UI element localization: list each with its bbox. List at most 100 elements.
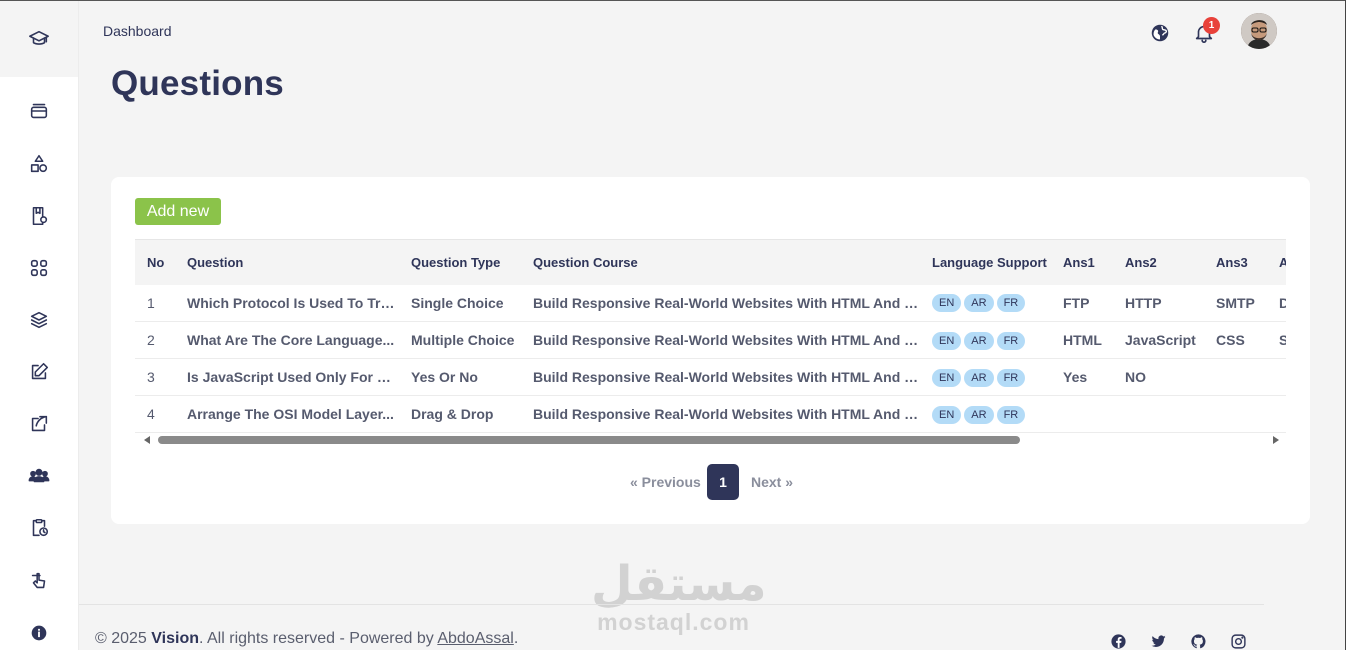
cell-language-support: EN AR FR <box>920 285 1051 322</box>
layers-icon <box>30 311 48 329</box>
facebook-link[interactable] <box>1108 631 1128 650</box>
pointer-icon <box>31 572 46 589</box>
sidebar-item-info[interactable] <box>24 618 54 648</box>
globe-icon <box>1151 24 1169 42</box>
cell-no: 2 <box>147 332 155 348</box>
footer-copyright-mid: . All rights reserved - Powered by <box>199 630 438 647</box>
scroll-left-arrow-icon[interactable] <box>144 436 150 444</box>
cell-language-support: EN AR FR <box>920 359 1051 396</box>
instagram-link[interactable] <box>1228 631 1248 650</box>
sidebar-item-books[interactable] <box>24 201 54 231</box>
cell-question-course: Build Responsive Real-World Websites Wit… <box>533 369 920 385</box>
table-row[interactable]: 3 Is JavaScript Used Only For Fr... Yes … <box>135 359 1286 396</box>
table-row[interactable]: 2 What Are The Core Language... Multiple… <box>135 322 1286 359</box>
footer-divider <box>79 604 1264 605</box>
footer-copyright: © 2025 Vision. All rights reserved - Pow… <box>95 630 518 648</box>
cell-ans3 <box>1204 359 1267 396</box>
col-header-ans2: Ans2 <box>1125 254 1157 270</box>
table-row[interactable]: 1 Which Protocol Is Used To Tra... Singl… <box>135 285 1286 322</box>
sidebar-item-users[interactable] <box>24 461 54 491</box>
cell-ans1: FTP <box>1063 294 1090 311</box>
cell-ans2: NO <box>1125 369 1146 385</box>
table-row[interactable]: 4 Arrange The OSI Model Layer... Drag & … <box>135 396 1286 433</box>
footer-author-link[interactable]: AbdoAssal <box>437 630 514 647</box>
page-title: Questions <box>111 64 284 103</box>
questions-table: No Question Question Type Question Cours… <box>135 239 1286 433</box>
pagination: « Previous 1 Next » <box>111 464 1310 500</box>
cell-question-course: Build Responsive Real-World Websites Wit… <box>533 406 920 422</box>
cell-ans2: JavaScript <box>1125 332 1196 348</box>
users-icon <box>28 468 50 483</box>
lang-badge-en: EN <box>932 368 962 387</box>
sidebar-item-shapes[interactable] <box>24 149 54 179</box>
cell-question-course: Build Responsive Real-World Websites Wit… <box>533 332 920 348</box>
cell-question-type: Yes Or No <box>411 369 478 385</box>
watermark-latin: mostaql.com <box>597 609 750 635</box>
shapes-icon <box>30 154 48 173</box>
twitter-link[interactable] <box>1148 631 1168 650</box>
col-header-question: Question <box>187 254 244 270</box>
lang-badge-ar: AR <box>964 368 994 387</box>
avatar[interactable] <box>1241 13 1277 49</box>
lang-badge-ar: AR <box>964 405 994 424</box>
footer-brand: Vision <box>151 630 199 647</box>
cell-ans4: S <box>1267 322 1286 359</box>
cell-ans3: CSS <box>1216 332 1245 348</box>
cell-ans3: SMTP <box>1216 294 1255 311</box>
cell-no: 4 <box>147 406 155 422</box>
cell-ans1: Yes <box>1063 369 1088 385</box>
grid-icon <box>30 259 48 277</box>
sidebar-item-layers[interactable] <box>24 305 54 335</box>
sidebar-item-edit[interactable] <box>24 357 54 387</box>
col-header-ans1: Ans1 <box>1063 254 1095 270</box>
lang-badge-fr: FR <box>996 405 1026 424</box>
pagination-page-current[interactable]: 1 <box>707 464 739 500</box>
horizontal-scrollbar[interactable] <box>135 434 1286 447</box>
cell-question-type: Multiple Choice <box>411 332 515 348</box>
sidebar-item-grid[interactable] <box>24 253 54 283</box>
github-link[interactable] <box>1188 631 1208 650</box>
table-header-row: No Question Question Type Question Cours… <box>135 239 1286 285</box>
scroll-right-arrow-icon[interactable] <box>1273 436 1279 444</box>
lang-badge-en: EN <box>932 405 962 424</box>
col-header-question-course: Question Course <box>533 254 638 270</box>
col-header-no: No <box>147 254 165 270</box>
cell-no: 1 <box>147 294 155 311</box>
watermark-arabic: مستقل <box>591 556 767 612</box>
lang-badge-en: EN <box>932 331 962 350</box>
lang-badge-en: EN <box>932 294 962 313</box>
cell-ans1 <box>1051 396 1113 433</box>
add-new-button[interactable]: Add new <box>135 198 221 225</box>
facebook-icon <box>1110 633 1126 649</box>
breadcrumb[interactable]: Dashboard <box>103 23 172 39</box>
sidebar-logo[interactable] <box>0 1 78 77</box>
cell-question: Is JavaScript Used Only For Fr... <box>187 369 399 385</box>
scrollbar-thumb[interactable] <box>158 436 1020 444</box>
cell-ans4 <box>1267 396 1286 433</box>
sidebar-item-inbox[interactable] <box>24 96 54 126</box>
twitter-icon <box>1150 634 1166 647</box>
cell-question-course: Build Responsive Real-World Websites Wit… <box>533 294 920 311</box>
col-header-ans3: Ans3 <box>1216 254 1248 270</box>
instagram-icon <box>1230 633 1246 649</box>
questions-card: Add new No Question Question Type Questi… <box>111 177 1310 524</box>
cell-ans2 <box>1113 396 1204 433</box>
book-clock-icon <box>32 206 48 226</box>
footer-copyright-end: . <box>513 630 519 647</box>
sidebar-item-schedule[interactable] <box>24 513 54 543</box>
pagination-previous[interactable]: « Previous <box>630 474 701 490</box>
lang-badge-ar: AR <box>964 331 994 350</box>
cell-language-support: EN AR FR <box>920 396 1051 433</box>
graduation-cap-icon <box>29 30 49 45</box>
cell-ans2: HTTP <box>1125 294 1162 311</box>
pagination-next[interactable]: Next » <box>751 474 793 490</box>
language-button[interactable] <box>1147 20 1173 46</box>
edit-icon <box>31 362 49 380</box>
notification-badge: 1 <box>1203 17 1220 34</box>
col-header-ans4: Ans4 <box>1267 240 1286 285</box>
sidebar-item-share[interactable] <box>24 409 54 439</box>
inbox-icon <box>30 103 48 119</box>
sidebar-item-pointer[interactable] <box>24 566 54 596</box>
cell-language-support: EN AR FR <box>920 322 1051 359</box>
cell-ans1: HTML <box>1063 332 1102 348</box>
